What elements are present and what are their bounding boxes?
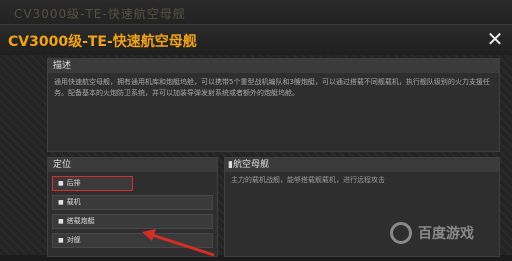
header-ghost-title: CV3000级-TE-快速航空母舰 xyxy=(14,7,186,21)
annotation-arrow-icon xyxy=(142,229,215,257)
description-text: 通用快速航空母舰，拥有通用机库和炮艇坞舱，可以携带5个重型战机编队和3艘炮艇，可… xyxy=(54,78,490,97)
detail-text: 主力的载机战舰，能够搭载舰载机，进行远程攻击 xyxy=(231,176,385,184)
roles-label: 定位 xyxy=(48,158,217,172)
dialog-body: 描述 通用快速航空母舰，拥有通用机库和炮艇坞舱，可以携带5个重型战机编队和3艘炮… xyxy=(0,55,512,257)
role-item-rear[interactable]: ■ 后排 xyxy=(52,176,133,191)
role-item-label: 载机 xyxy=(66,198,81,206)
description-label: 描述 xyxy=(48,59,499,73)
bullet-icon: ■ xyxy=(58,180,64,187)
role-item-label: 后排 xyxy=(66,179,81,187)
watermark: 百度游戏 xyxy=(390,216,508,250)
dialog-title: CV3000级-TE-快速航空母舰 xyxy=(8,34,197,50)
bullet-icon: ■ xyxy=(58,218,64,225)
bullet-icon: ■ xyxy=(58,237,64,244)
top-strip: CV3000级-TE-快速航空母舰 xyxy=(0,0,512,24)
watermark-logo-icon xyxy=(390,222,412,244)
role-item-label: 搭载炮艇 xyxy=(66,217,95,225)
role-item-label: 对舰 xyxy=(66,236,81,244)
dialog-titlebar: CV3000级-TE-快速航空母舰 ✕ xyxy=(0,24,512,56)
description-panel: 描述 通用快速航空母舰，拥有通用机库和炮艇坞舱，可以携带5个重型战机编队和3艘炮… xyxy=(47,58,500,152)
watermark-text: 百度游戏 xyxy=(418,226,474,242)
close-icon[interactable]: ✕ xyxy=(484,28,506,50)
role-item-carrier[interactable]: ■ 载机 xyxy=(52,195,213,210)
bullet-icon: ■ xyxy=(58,199,64,206)
detail-header: ▮航空母舰 xyxy=(225,158,499,172)
detail-label: 航空母舰 xyxy=(232,160,269,170)
